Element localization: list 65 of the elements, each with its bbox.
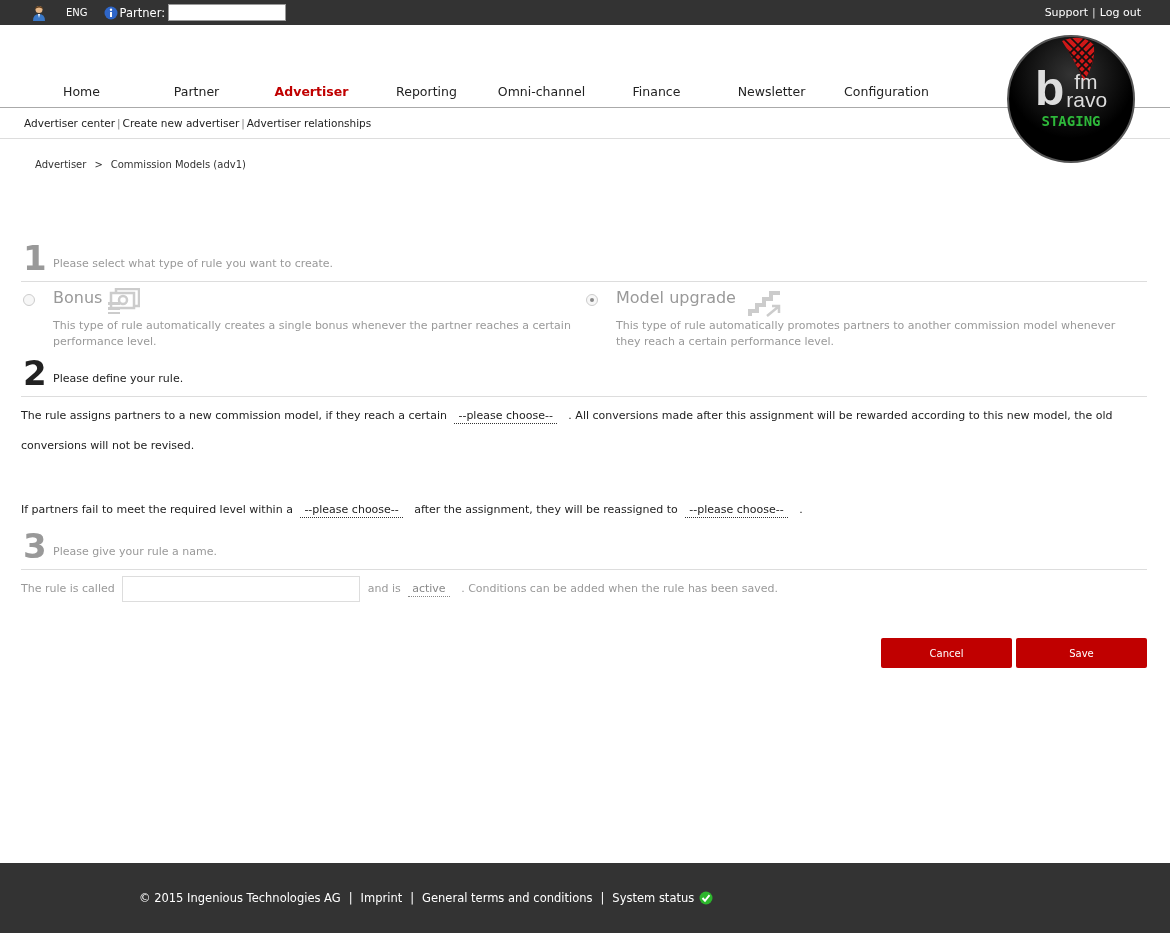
footer-link[interactable]: General terms and conditions — [422, 891, 593, 905]
rule-text: If partners fail to meet the required level within a — [21, 503, 293, 516]
breadcrumb-separator: > — [94, 159, 103, 172]
subnav-link[interactable]: Advertiser relationships — [246, 117, 372, 129]
step-title: Please give your rule a name. — [53, 545, 217, 558]
language-link[interactable]: ENG — [66, 7, 88, 18]
action-button[interactable]: Save — [1016, 638, 1147, 668]
subnav-link[interactable]: Advertiser center — [24, 117, 116, 129]
rule-text: after the assignment, they will be reassigned to — [414, 503, 678, 516]
nav-tab[interactable]: Reporting — [369, 84, 484, 99]
breadcrumb-link[interactable]: Advertiser — [35, 159, 87, 199]
nav-tab[interactable]: Advertiser — [254, 84, 369, 99]
nav-tab[interactable]: Finance — [599, 84, 714, 99]
dropdown-select[interactable]: --please choose-- — [300, 503, 403, 518]
option-title: Bonus — [53, 288, 103, 307]
rule-text: . All conversions made after this assignment will be rewarded according to this new model, the old — [568, 409, 1113, 422]
dropdown-select[interactable]: --please choose-- — [454, 409, 557, 424]
partner-label: Partner: — [119, 5, 166, 20]
step-number: 1 — [23, 241, 48, 275]
rule-text: The rule assigns partners to a new commission model, if they reach a certain — [21, 409, 447, 422]
separator: | — [600, 891, 605, 905]
breadcrumb-link[interactable]: Commission Models (adv1) — [110, 159, 246, 199]
user-icon — [32, 4, 46, 21]
rule-text: The rule is called — [21, 582, 115, 595]
copyright-text: © 2015 Ingenious Technologies AG — [139, 891, 341, 905]
rule-text: . — [799, 503, 803, 516]
option-description: This type of rule automatically creates a single bonus whenever the partner reaches a certain performance level. — [53, 318, 572, 350]
top-link[interactable]: Log out — [1099, 6, 1141, 19]
action-button[interactable]: Cancel — [881, 638, 1012, 668]
radio-button[interactable] — [586, 294, 598, 306]
option-title: Model upgrade — [616, 288, 736, 307]
nav-tab[interactable]: Configuration — [829, 84, 944, 99]
logo-text: fm — [1073, 73, 1099, 91]
dropdown-select[interactable]: active — [408, 582, 450, 597]
step-number: 3 — [23, 529, 48, 563]
nav-tab[interactable]: Partner — [139, 84, 254, 99]
logo-text: ravo — [1066, 91, 1108, 109]
top-link[interactable]: Support — [1044, 6, 1089, 19]
dropdown-select[interactable]: --please choose-- — [685, 503, 788, 518]
rule-text: and is — [367, 582, 401, 595]
nav-tab[interactable]: Newsletter — [714, 84, 829, 99]
separator: | — [241, 117, 245, 129]
rule-text: . Conditions can be added when the rule has been saved. — [461, 582, 779, 595]
nav-tab[interactable]: Home — [24, 84, 139, 99]
subnav-link[interactable]: Create new advertiser — [122, 117, 240, 129]
rule-text: conversions will not be revised. — [21, 439, 195, 452]
separator: | — [410, 891, 415, 905]
separator: | — [117, 117, 121, 129]
option-description: This type of rule automatically promotes partners to another commission model whenever they reach a certain performance level. — [616, 318, 1117, 350]
cash-stack-icon — [108, 288, 141, 314]
rule-name-field[interactable] — [122, 576, 361, 602]
step-title: Please define your rule. — [53, 372, 184, 385]
info-icon — [103, 5, 118, 20]
separator: | — [348, 891, 353, 905]
logo-text: b — [1034, 69, 1065, 109]
footer-link[interactable]: Imprint — [360, 891, 403, 905]
nav-tab[interactable]: Omni-channel — [484, 84, 599, 99]
footer-link[interactable]: System status — [612, 891, 695, 905]
separator: | — [1092, 6, 1096, 19]
environment-label: STAGING — [1041, 113, 1101, 129]
check-icon — [699, 891, 714, 905]
step-title: Please select what type of rule you want to create. — [53, 257, 334, 270]
radio-button[interactable] — [23, 294, 35, 306]
step-number: 2 — [23, 356, 48, 390]
partner-field[interactable] — [168, 4, 287, 21]
